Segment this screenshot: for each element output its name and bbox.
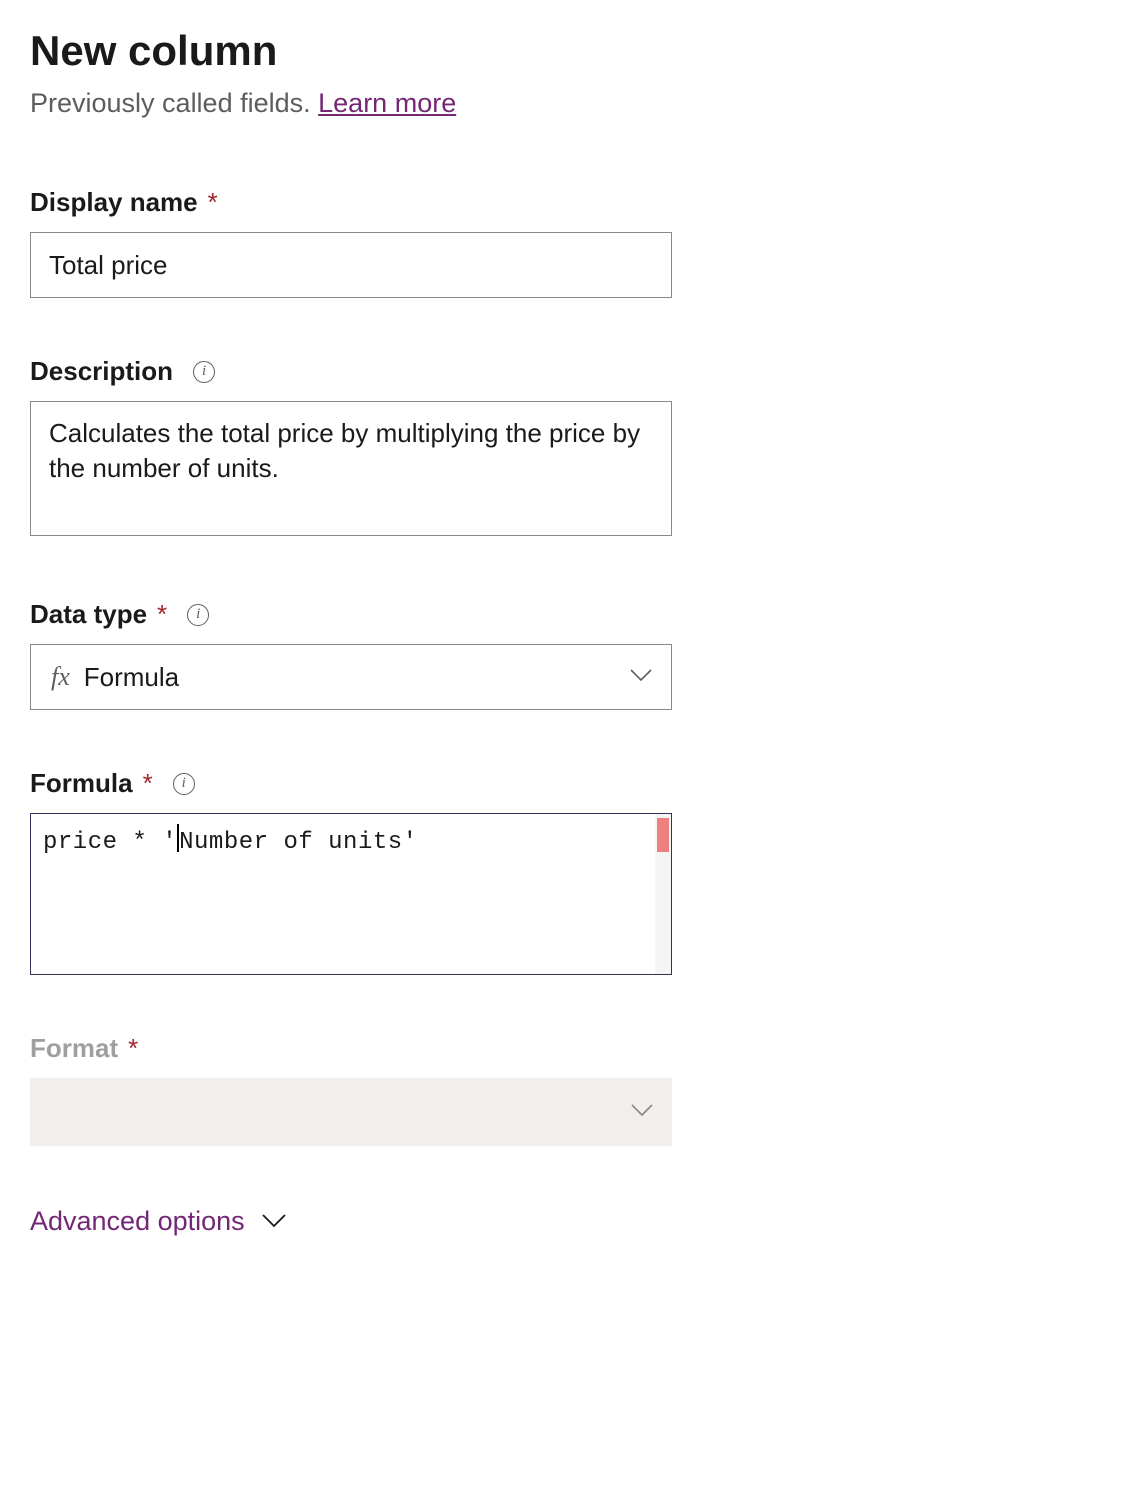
field-display-name: Display name *: [30, 187, 1110, 298]
learn-more-link[interactable]: Learn more: [318, 88, 456, 118]
formula-label-row: Formula *: [30, 768, 1110, 799]
new-column-panel: New column Previously called fields. Lea…: [0, 0, 1140, 1237]
display-name-label: Display name: [30, 187, 198, 218]
data-type-label-row: Data type *: [30, 599, 1110, 630]
advanced-options-label: Advanced options: [30, 1206, 245, 1237]
display-name-input[interactable]: [30, 232, 672, 298]
formula-scrollbar-marker: [657, 818, 669, 852]
formula-input[interactable]: price * 'Number of units': [30, 813, 672, 975]
formula-scrollbar-track[interactable]: [655, 814, 671, 974]
field-formula: Formula * price * 'Number of units': [30, 768, 1110, 975]
data-type-select[interactable]: fx Formula: [30, 644, 672, 710]
field-format: Format *: [30, 1033, 1110, 1146]
formula-label: Formula: [30, 768, 133, 799]
required-marker: *: [157, 599, 167, 630]
format-select[interactable]: [30, 1078, 672, 1146]
description-label: Description: [30, 356, 173, 387]
text-caret: [177, 824, 179, 852]
data-type-label: Data type: [30, 599, 147, 630]
page-subtitle: Previously called fields. Learn more: [30, 88, 1110, 119]
required-marker: *: [143, 768, 153, 799]
field-description: Description Calculates the total price b…: [30, 356, 1110, 541]
formula-text-before-caret: price * ': [43, 829, 177, 856]
required-marker: *: [128, 1033, 138, 1064]
page-title: New column: [30, 28, 1110, 74]
required-marker: *: [208, 187, 218, 218]
advanced-options-toggle[interactable]: Advanced options: [30, 1206, 1110, 1237]
subtitle-prefix-text: Previously called fields.: [30, 88, 318, 118]
chevron-down-icon: [261, 1213, 279, 1231]
chevron-down-icon: [630, 1103, 648, 1121]
field-data-type: Data type * fx Formula: [30, 599, 1110, 710]
chevron-down-icon: [629, 668, 647, 686]
display-name-label-row: Display name *: [30, 187, 1110, 218]
formula-text-after-caret: Number of units': [179, 829, 417, 856]
data-type-value: Formula: [84, 662, 179, 693]
description-label-row: Description: [30, 356, 1110, 387]
info-icon[interactable]: [193, 361, 215, 383]
description-input[interactable]: Calculates the total price by multiplyin…: [30, 401, 672, 536]
format-label: Format: [30, 1033, 118, 1064]
info-icon[interactable]: [173, 773, 195, 795]
info-icon[interactable]: [187, 604, 209, 626]
fx-icon: fx: [51, 662, 70, 692]
format-label-row: Format *: [30, 1033, 1110, 1064]
